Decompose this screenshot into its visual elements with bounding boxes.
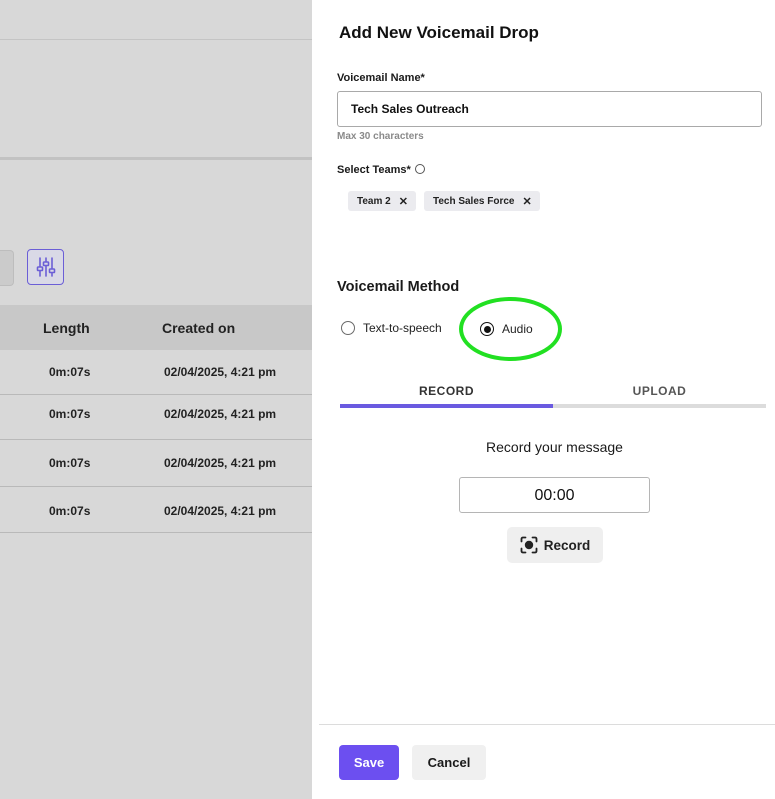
teams-info-icon[interactable] bbox=[414, 164, 425, 175]
record-heading: Record your message bbox=[486, 439, 623, 455]
method-text-to-speech-option[interactable]: Text-to-speech bbox=[341, 321, 442, 335]
method-audio-option[interactable]: Audio bbox=[480, 322, 533, 336]
close-icon[interactable]: ✕ bbox=[522, 195, 531, 208]
footer-divider bbox=[319, 724, 775, 725]
background-search-input bbox=[0, 250, 14, 286]
voicemail-method-title: Voicemail Method bbox=[337, 279, 460, 295]
row-length: 0m:07s bbox=[49, 456, 91, 470]
background-page: Length Created on 0m:07s 02/04/2025, 4:2… bbox=[0, 0, 312, 799]
selected-teams: Team 2 ✕ Tech Sales Force ✕ bbox=[348, 191, 540, 211]
row-created-on: 02/04/2025, 4:21 pm bbox=[164, 456, 277, 470]
voicemail-name-hint: Max 30 characters bbox=[337, 131, 424, 142]
save-button[interactable]: Save bbox=[339, 745, 399, 780]
add-voicemail-drawer: Add New Voicemail Drop Voicemail Name* M… bbox=[312, 0, 775, 799]
radio-checked-icon[interactable] bbox=[480, 322, 494, 336]
row-length: 0m:07s bbox=[49, 365, 91, 379]
row-length: 0m:07s bbox=[49, 504, 91, 518]
cancel-button[interactable]: Cancel bbox=[412, 745, 486, 780]
sliders-icon bbox=[36, 257, 55, 277]
audio-tabs: RECORD UPLOAD bbox=[340, 379, 767, 408]
filter-button bbox=[27, 249, 64, 285]
background-topbar bbox=[0, 0, 312, 40]
record-timer: 00:00 bbox=[459, 477, 650, 513]
record-button[interactable]: Record bbox=[507, 527, 603, 563]
column-header-length: Length bbox=[43, 320, 90, 336]
column-header-created-on: Created on bbox=[162, 320, 236, 336]
voicemail-name-input[interactable] bbox=[337, 91, 762, 127]
select-teams-label: Select Teams* bbox=[337, 164, 425, 176]
background-divider bbox=[0, 157, 312, 160]
team-chip: Team 2 ✕ bbox=[348, 191, 416, 211]
close-icon[interactable]: ✕ bbox=[399, 195, 408, 208]
row-created-on: 02/04/2025, 4:21 pm bbox=[164, 365, 277, 379]
tab-record[interactable]: RECORD bbox=[340, 379, 553, 408]
tab-upload[interactable]: UPLOAD bbox=[553, 379, 766, 408]
voicemail-name-label: Voicemail Name* bbox=[337, 72, 425, 84]
team-chip: Tech Sales Force ✕ bbox=[423, 191, 540, 211]
record-button-label: Record bbox=[543, 537, 591, 553]
team-chip-label: Team 2 bbox=[357, 195, 391, 207]
radio-unchecked-icon[interactable] bbox=[341, 321, 355, 335]
method-option-label: Audio bbox=[502, 322, 533, 336]
record-icon bbox=[520, 536, 538, 554]
team-chip-label: Tech Sales Force bbox=[432, 195, 515, 207]
row-created-on: 02/04/2025, 4:21 pm bbox=[164, 407, 277, 421]
row-created-on: 02/04/2025, 4:21 pm bbox=[164, 504, 277, 518]
select-teams-label-text: Select Teams* bbox=[337, 164, 411, 176]
drawer-title: Add New Voicemail Drop bbox=[339, 23, 539, 42]
method-option-label: Text-to-speech bbox=[363, 321, 442, 335]
row-length: 0m:07s bbox=[49, 407, 91, 421]
